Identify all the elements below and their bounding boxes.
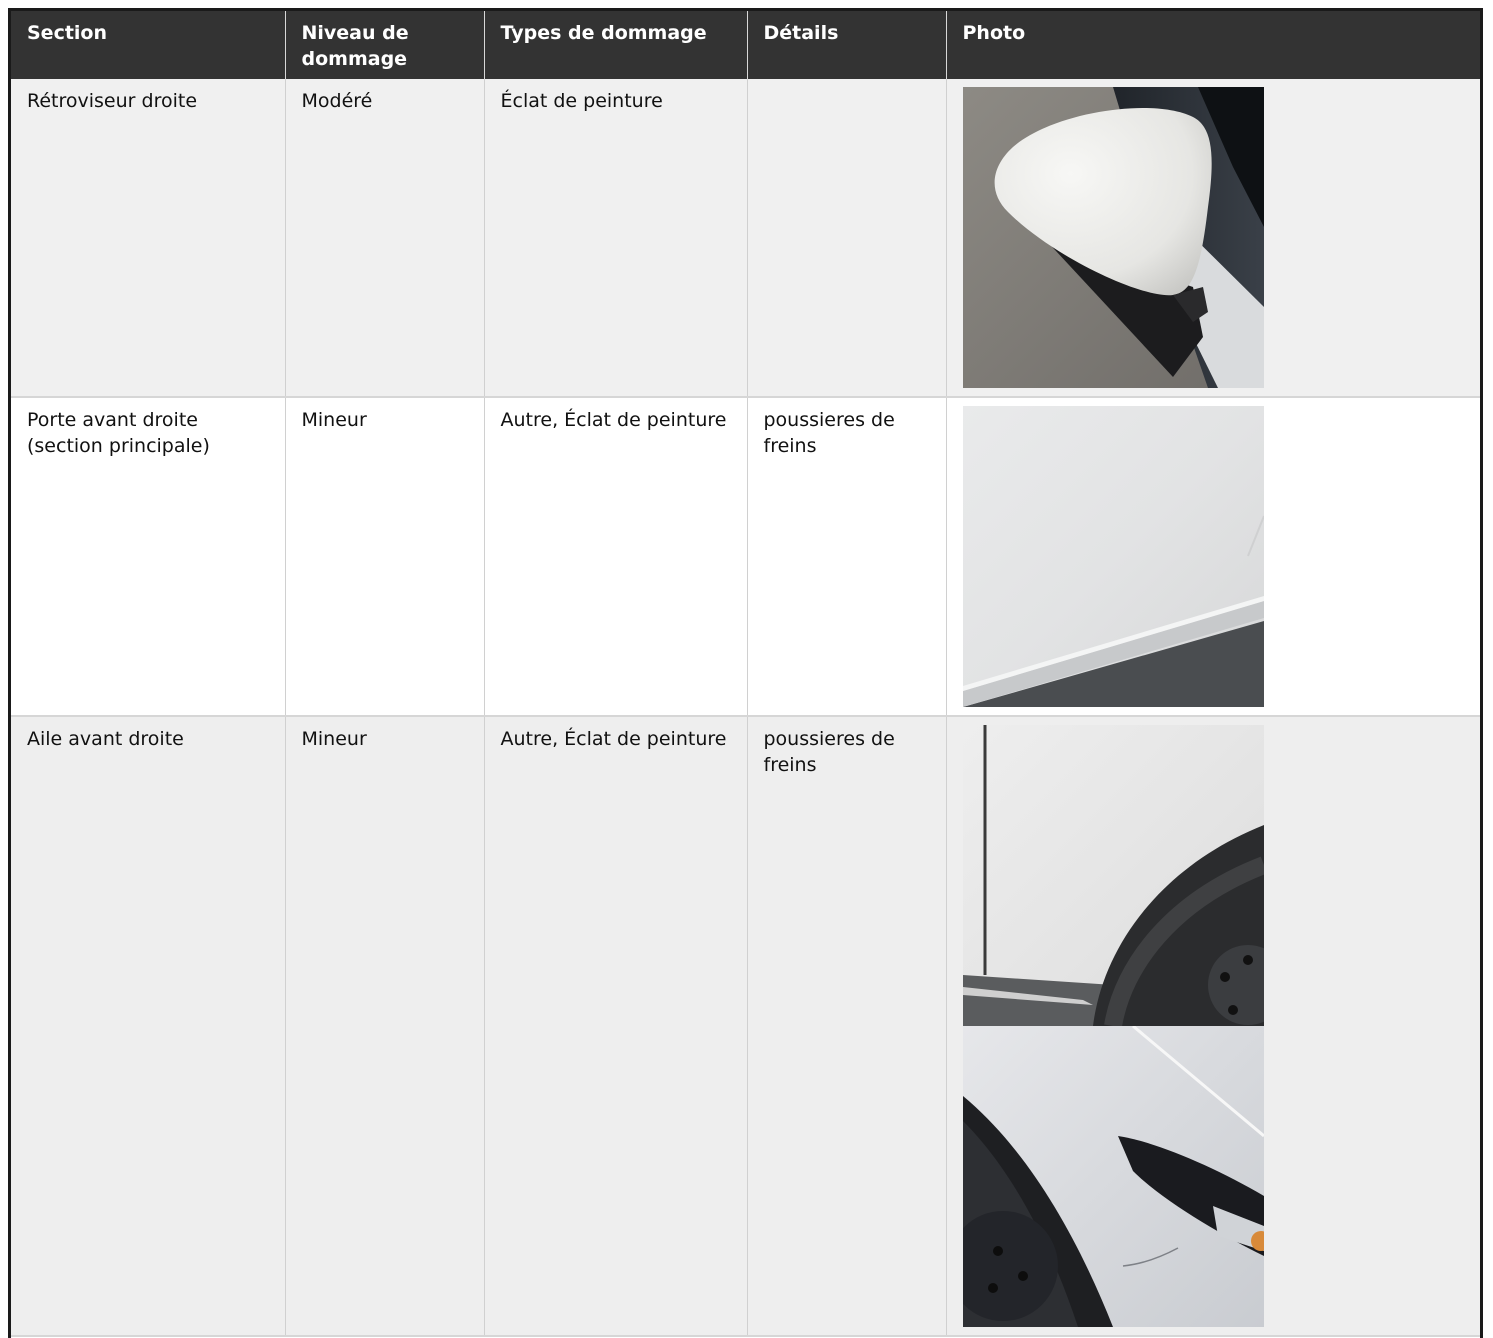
header-niveau: Niveau de dommage [285, 11, 485, 79]
cell-section: Aile avant droite [11, 716, 286, 1337]
cell-types: Autre, Éclat de peinture [484, 716, 748, 1337]
table-row: Porte avant droite (section principale) … [11, 397, 1480, 717]
table-row: Rétroviseur droite Modéré Éclat de peint… [11, 79, 1480, 398]
cell-niveau: Mineur [285, 716, 485, 1337]
cell-types: Autre, Éclat de peinture [484, 397, 748, 717]
damage-table: Section Niveau de dommage Types de domma… [11, 11, 1480, 1337]
header-details: Détails [747, 11, 947, 79]
cell-photo [946, 79, 1480, 398]
cell-niveau: Modéré [285, 79, 485, 398]
header-section: Section [11, 11, 286, 79]
cell-section: Porte avant droite (section principale) [11, 397, 286, 717]
damage-report-frame: Section Niveau de dommage Types de domma… [8, 8, 1483, 1338]
cell-section: Rétroviseur droite [11, 79, 286, 398]
cell-details [747, 79, 947, 398]
mirror-photo[interactable] [962, 87, 1264, 388]
cell-photo [946, 716, 1480, 1337]
cell-photo [946, 397, 1480, 717]
table-row: Aile avant droite Mineur Autre, Éclat de… [11, 716, 1480, 1337]
fender-photo-1[interactable] [962, 725, 1264, 1026]
cell-niveau: Mineur [285, 397, 485, 717]
header-types: Types de dommage [484, 11, 748, 79]
cell-details: poussieres de freins [747, 716, 947, 1337]
table-header-row: Section Niveau de dommage Types de domma… [11, 11, 1480, 79]
cell-details: poussieres de freins [747, 397, 947, 717]
fender-photo-2[interactable] [962, 1026, 1264, 1327]
cell-types: Éclat de peinture [484, 79, 748, 398]
door-photo[interactable] [962, 406, 1264, 707]
header-photo: Photo [946, 11, 1480, 79]
